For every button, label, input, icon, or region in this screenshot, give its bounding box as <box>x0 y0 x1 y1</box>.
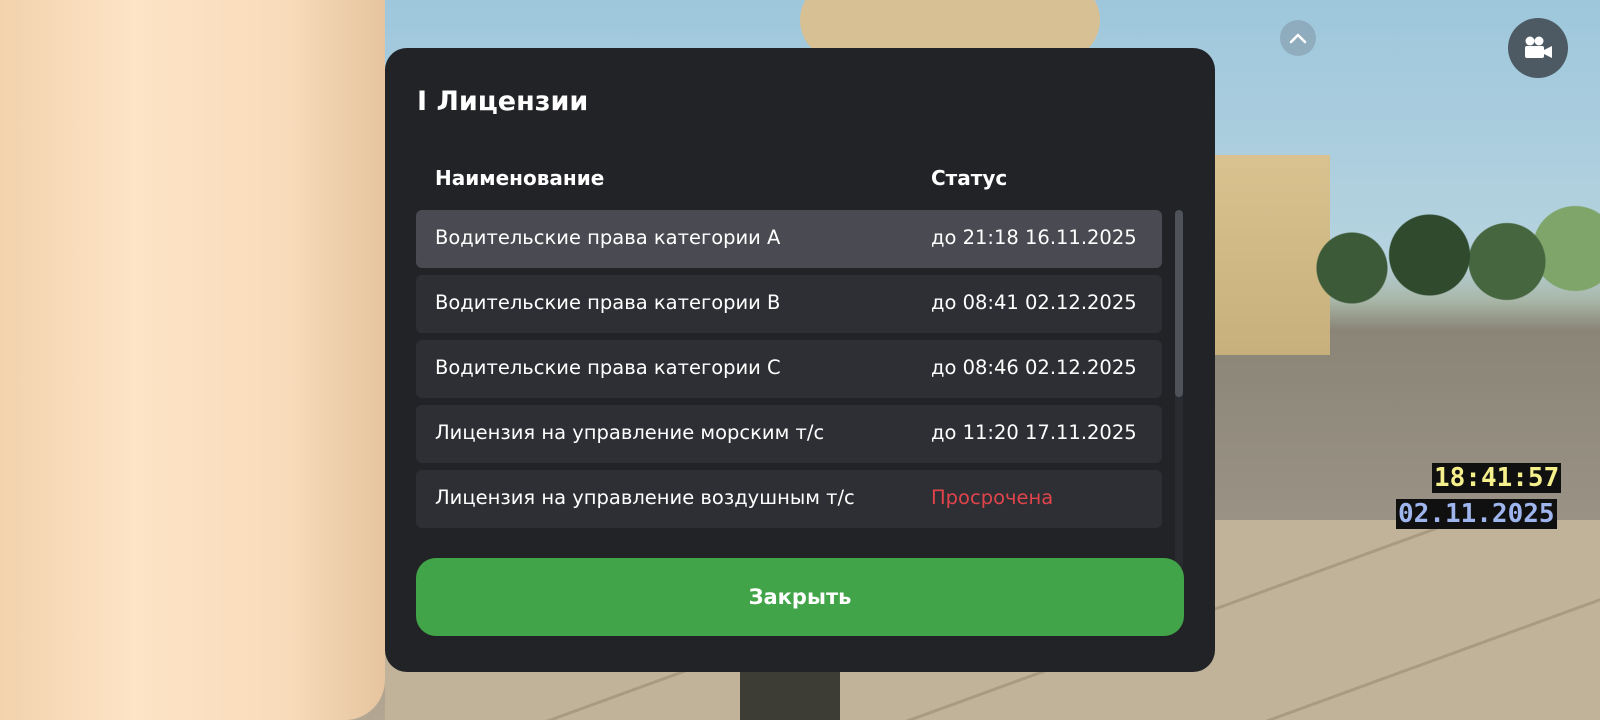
chevron-up-icon <box>1289 33 1307 44</box>
license-name: Лицензия на управление воздушным т/с <box>435 486 855 509</box>
license-name: Лицензия на управление морским т/с <box>435 421 825 444</box>
collapse-button[interactable] <box>1280 20 1316 56</box>
list-scrollbar[interactable] <box>1175 210 1183 570</box>
license-row[interactable]: Лицензия на управление морским т/с до 11… <box>416 405 1162 463</box>
license-row[interactable]: Водительские права категории B до 08:41 … <box>416 275 1162 333</box>
license-row[interactable]: Лицензия на управление воздушным т/с Про… <box>416 470 1162 528</box>
trees <box>1290 190 1600 320</box>
hud-date: 02.11.2025 <box>1396 499 1557 529</box>
licenses-list[interactable]: Водительские права категории A до 21:18 … <box>416 210 1162 570</box>
license-row[interactable]: Водительские права категории C до 08:46 … <box>416 340 1162 398</box>
license-name: Водительские права категории B <box>435 291 781 314</box>
column-header-status: Статус <box>931 166 1008 190</box>
camera-button[interactable] <box>1508 18 1568 78</box>
license-status: до 08:41 02.12.2025 <box>931 291 1137 314</box>
panel-title: I Лицензии <box>417 86 589 117</box>
license-status: до 11:20 17.11.2025 <box>931 421 1137 444</box>
license-status: до 21:18 16.11.2025 <box>931 226 1137 249</box>
licenses-panel: I Лицензии Наименование Статус Водительс… <box>385 48 1215 672</box>
license-status: до 08:46 02.12.2025 <box>931 356 1137 379</box>
column-header-name: Наименование <box>435 166 605 190</box>
hud-clock: 18:41:57 <box>1432 463 1562 493</box>
video-camera-icon <box>1525 36 1552 58</box>
scrollbar-thumb[interactable] <box>1175 210 1183 397</box>
license-name: Водительские права категории A <box>435 226 781 249</box>
license-status: Просрочена <box>931 486 1054 509</box>
license-name: Водительские права категории C <box>435 356 781 379</box>
license-row[interactable]: Водительские права категории A до 21:18 … <box>416 210 1162 268</box>
pillar <box>0 0 385 720</box>
close-button[interactable]: Закрыть <box>416 558 1184 636</box>
